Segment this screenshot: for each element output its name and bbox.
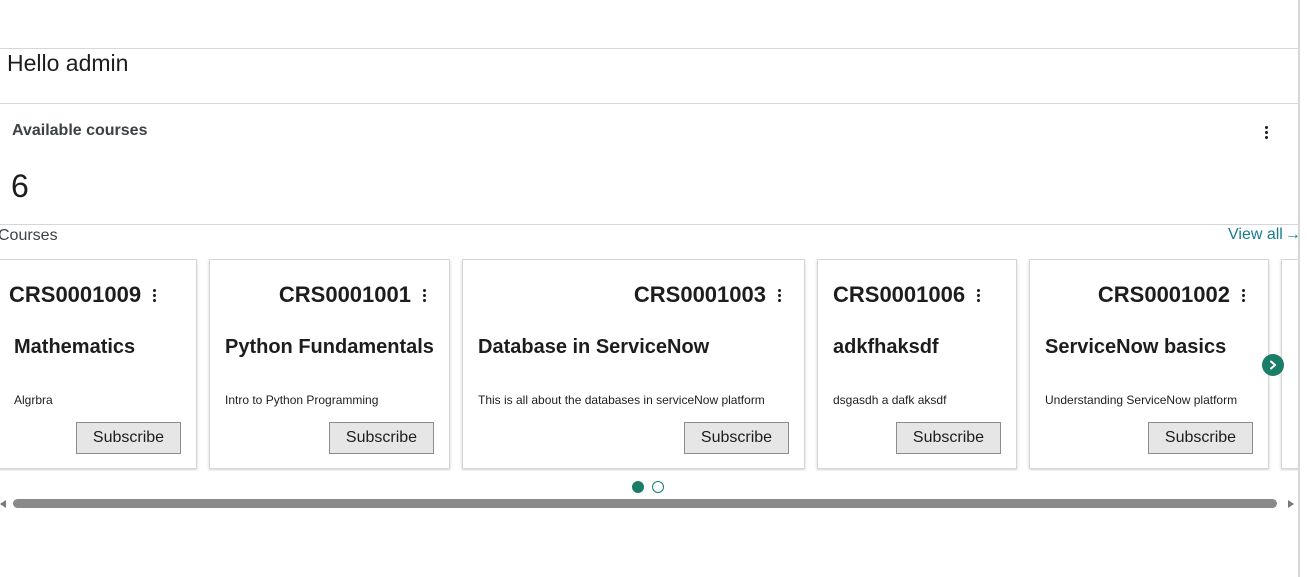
- course-card[interactable]: CRS0001002 ServiceNow basics Understandi…: [1029, 259, 1269, 469]
- course-title: Python Fundamentals: [225, 336, 434, 358]
- view-all-link[interactable]: View all →: [1228, 226, 1301, 244]
- header-divider: [0, 48, 1298, 49]
- course-description: Algrbra: [14, 393, 53, 407]
- more-vertical-icon[interactable]: [149, 287, 159, 303]
- course-card-header: CRS0001003: [475, 282, 784, 308]
- courses-carousel: CRS0001009 Mathematics Algrbra Subscribe…: [0, 259, 1298, 471]
- course-number: CRS0001002: [1097, 282, 1230, 307]
- courses-section-label: Courses: [0, 227, 58, 244]
- course-card-header: CRS0001002: [1042, 282, 1248, 308]
- course-description: This is all about the databases in servi…: [478, 393, 765, 407]
- scroll-right-arrow-icon[interactable]: [1288, 500, 1294, 508]
- horizontal-scrollbar[interactable]: [0, 497, 1298, 511]
- available-courses-divider: [0, 224, 1298, 225]
- subscribe-button[interactable]: Subscribe: [684, 422, 789, 454]
- course-card[interactable]: CRS0001003 Database in ServiceNow This i…: [462, 259, 805, 469]
- chevron-right-icon: [1270, 360, 1276, 370]
- greeting-divider: [0, 103, 1298, 104]
- page-edge: [1298, 0, 1310, 577]
- course-card[interactable]: CRS0001006 adkfhaksdf dsgasdh a dafk aks…: [817, 259, 1017, 469]
- course-card[interactable]: CRS0001009 Mathematics Algrbra Subscribe: [0, 259, 197, 469]
- course-number: CRS0001006: [833, 282, 966, 307]
- scrollbar-thumb[interactable]: [13, 499, 1277, 508]
- subscribe-button[interactable]: Subscribe: [1148, 422, 1253, 454]
- more-vertical-icon[interactable]: [419, 287, 429, 303]
- course-number: CRS0001001: [278, 282, 411, 307]
- course-number: CRS0001003: [633, 282, 766, 307]
- available-courses-more-icon[interactable]: [1261, 124, 1271, 140]
- greeting-text: Hello admin: [7, 50, 129, 76]
- course-description: Intro to Python Programming: [225, 393, 379, 407]
- course-card[interactable]: CRS0001001 Python Fundamentals Intro to …: [209, 259, 450, 469]
- more-vertical-icon[interactable]: [1238, 287, 1248, 303]
- pagination-dot-2[interactable]: [652, 481, 664, 493]
- course-description: dsgasdh a dafk aksdf: [833, 393, 947, 407]
- more-vertical-icon[interactable]: [774, 287, 784, 303]
- course-card-header: CRS0001001: [222, 282, 429, 308]
- carousel-next-button[interactable]: [1262, 354, 1284, 376]
- carousel-pagination: [632, 481, 664, 493]
- available-courses-count: 6: [11, 168, 29, 204]
- subscribe-button[interactable]: Subscribe: [76, 422, 181, 454]
- course-title: adkfhaksdf: [833, 336, 939, 358]
- available-courses-title: Available courses: [12, 122, 148, 139]
- view-all-label: View all: [1228, 226, 1283, 243]
- pagination-dot-1[interactable]: [632, 481, 644, 493]
- course-description: Understanding ServiceNow platform: [1045, 393, 1238, 407]
- course-title: Mathematics: [14, 336, 136, 358]
- course-title: ServiceNow basics: [1045, 336, 1227, 358]
- course-number: CRS0001009: [9, 282, 142, 307]
- course-card-header: CRS0001006: [830, 282, 996, 308]
- more-vertical-icon[interactable]: [973, 287, 983, 303]
- course-card-header: CRS0001009: [9, 282, 176, 308]
- subscribe-button[interactable]: Subscribe: [329, 422, 434, 454]
- subscribe-button[interactable]: Subscribe: [896, 422, 1001, 454]
- page: Hello admin Available courses 6 Courses …: [0, 0, 1310, 577]
- scroll-left-arrow-icon[interactable]: [0, 500, 6, 508]
- course-title: Database in ServiceNow: [478, 336, 710, 358]
